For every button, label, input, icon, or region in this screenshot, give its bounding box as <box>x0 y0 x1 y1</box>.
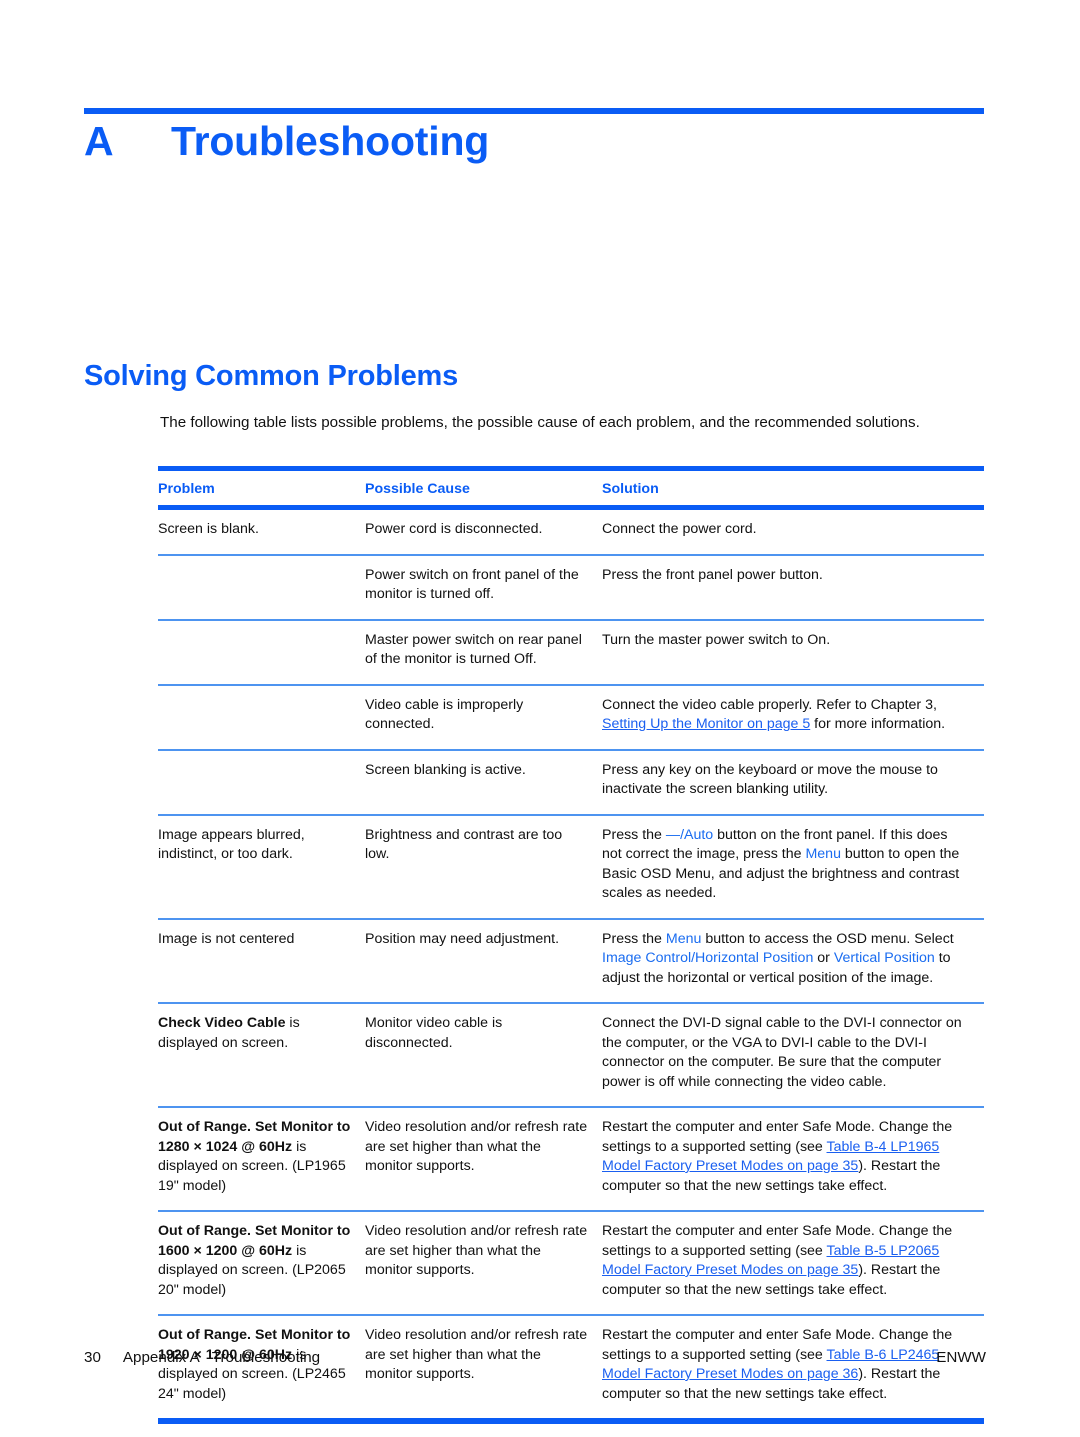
cell-problem <box>158 554 365 621</box>
cell-problem: Image appears blurred, indistinct, or to… <box>158 814 365 920</box>
solution-text-mid: button to access the OSD menu. Select <box>701 930 954 947</box>
cell-solution: Press the —/Auto button on the front pan… <box>602 814 984 920</box>
cell-solution: Press the Menu button to access the OSD … <box>602 918 984 1004</box>
cell-solution: Restart the computer and enter Safe Mode… <box>602 1107 984 1212</box>
cell-cause: Position may need adjustment. <box>365 918 602 1004</box>
cell-problem: Check Video Cable is displayed on screen… <box>158 1003 365 1108</box>
cell-cause: Screen blanking is active. <box>365 749 602 816</box>
cell-problem <box>158 619 365 686</box>
cell-problem: Out of Range. Set Monitor to 1600 × 1200… <box>158 1211 365 1316</box>
solution-text-post: for more information. <box>810 716 946 732</box>
cell-problem: Out of Range. Set Monitor to 1920 × 1200… <box>158 1315 365 1424</box>
table-row: Out of Range. Set Monitor to 1600 × 1200… <box>158 1211 984 1316</box>
table-row: Master power switch on rear panel of the… <box>158 619 984 686</box>
ui-term-menu-button: Menu <box>805 846 841 862</box>
table-row: Out of Range. Set Monitor to 1920 × 1200… <box>158 1315 984 1424</box>
table-row: Image appears blurred, indistinct, or to… <box>158 814 984 920</box>
table-header-row: Problem Possible Cause Solution <box>158 471 984 510</box>
problem-message-bold: Out of Range. Set Monitor to 1600 × 1200… <box>158 1223 351 1259</box>
solution-text-pre: Press the <box>602 930 666 947</box>
solution-text-mid2: or <box>813 950 834 966</box>
cell-cause: Power switch on front panel of the monit… <box>365 554 602 621</box>
table-head: Problem Possible Cause Solution <box>158 466 984 510</box>
cell-solution: Connect the DVI-D signal cable to the DV… <box>602 1003 984 1108</box>
page-footer: 30 Appendix A Troubleshooting ENWW <box>84 1349 986 1366</box>
solution-text-pre: Connect the video cable properly. Refer … <box>602 696 937 713</box>
ui-term-menu-button: Menu <box>665 930 702 947</box>
chapter-title-text: Troubleshooting <box>171 118 490 164</box>
cell-solution: Press the front panel power button. <box>602 554 984 621</box>
cell-problem: Image is not centered <box>158 918 365 1004</box>
footer-appendix-label: Appendix A <box>122 1349 200 1366</box>
cell-solution: Connect the power cord. <box>602 507 984 556</box>
column-header-solution: Solution <box>602 471 984 510</box>
cell-problem <box>158 749 365 816</box>
column-header-possible-cause: Possible Cause <box>365 471 602 510</box>
table-row: Screen is blank. Power cord is disconnec… <box>158 507 984 556</box>
table-row: Out of Range. Set Monitor to 1280 × 1024… <box>158 1107 984 1212</box>
ui-term-image-control-horizontal-position: Image Control/Horizontal Position <box>602 950 814 966</box>
cell-cause: Video cable is improperly connected. <box>365 684 602 751</box>
cell-solution: Connect the video cable properly. Refer … <box>602 684 984 751</box>
troubleshooting-table-wrap: Problem Possible Cause Solution Screen i… <box>158 466 984 1424</box>
table-row: Power switch on front panel of the monit… <box>158 554 984 621</box>
footer-page-number: 30 <box>84 1349 101 1366</box>
cell-solution: Press any key on the keyboard or move th… <box>602 749 984 816</box>
footer-chapter-title: Troubleshooting <box>211 1349 321 1366</box>
cell-problem: Out of Range. Set Monitor to 1280 × 1024… <box>158 1107 365 1212</box>
cross-reference-link[interactable]: Setting Up the Monitor on page 5 <box>602 716 810 732</box>
table-row: Check Video Cable is displayed on screen… <box>158 1003 984 1108</box>
cell-cause: Master power switch on rear panel of the… <box>365 619 602 686</box>
troubleshooting-table: Problem Possible Cause Solution Screen i… <box>158 466 984 1424</box>
cell-solution: Restart the computer and enter Safe Mode… <box>602 1211 984 1316</box>
cell-cause: Video resolution and/or refresh rate are… <box>365 1107 602 1212</box>
cell-cause: Video resolution and/or refresh rate are… <box>365 1211 602 1316</box>
cell-solution: Turn the master power switch to On. <box>602 619 984 686</box>
footer-locale: ENWW <box>936 1349 986 1366</box>
problem-message-bold: Check Video Cable <box>158 1015 286 1031</box>
table-row: Image is not centered Position may need … <box>158 918 984 1004</box>
intro-paragraph: The following table lists possible probl… <box>160 414 920 431</box>
cell-cause: Monitor video cable is disconnected. <box>365 1003 602 1108</box>
chapter-title: A Troubleshooting <box>84 118 489 165</box>
ui-term-auto-button: —/Auto <box>665 826 714 843</box>
column-header-problem: Problem <box>158 471 365 510</box>
chapter-letter: A <box>84 118 114 164</box>
chapter-rule <box>84 108 984 114</box>
cell-cause: Power cord is disconnected. <box>365 507 602 556</box>
cell-solution: Restart the computer and enter Safe Mode… <box>602 1315 984 1424</box>
table-row: Video cable is improperly connected. Con… <box>158 684 984 751</box>
footer-left: 30 Appendix A Troubleshooting <box>84 1349 320 1366</box>
section-heading: Solving Common Problems <box>84 360 459 392</box>
cell-problem <box>158 684 365 751</box>
table-body: Screen is blank. Power cord is disconnec… <box>158 507 984 1424</box>
document-page: A Troubleshooting Solving Common Problems… <box>0 0 1080 1437</box>
solution-text-pre: Press the <box>602 826 666 843</box>
table-row: Screen blanking is active. Press any key… <box>158 749 984 816</box>
problem-message-bold: Out of Range. Set Monitor to 1280 × 1024… <box>158 1119 351 1155</box>
cell-cause: Brightness and contrast are too low. <box>365 814 602 920</box>
cell-cause: Video resolution and/or refresh rate are… <box>365 1315 602 1424</box>
ui-term-vertical-position: Vertical Position <box>833 950 935 966</box>
cell-problem: Screen is blank. <box>158 507 365 556</box>
